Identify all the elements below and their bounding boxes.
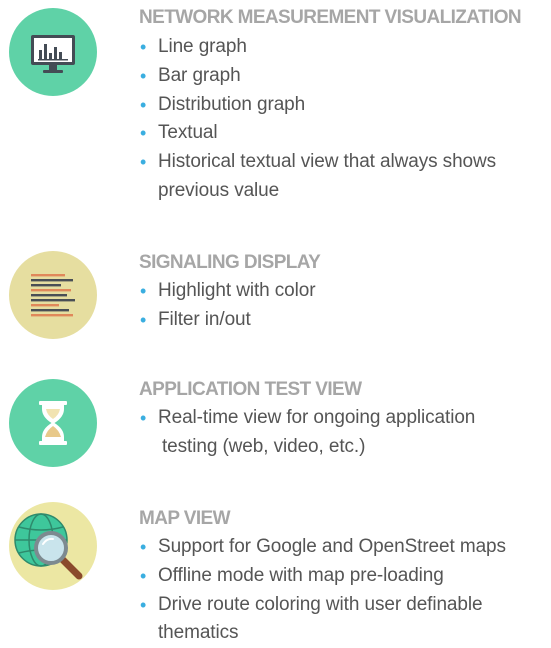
list-item-text: Historical textual view that always show… bbox=[158, 151, 497, 173]
list-item-text: Real-time view for ongoing application bbox=[158, 407, 476, 428]
bullet-icon: • bbox=[140, 309, 147, 330]
bullet-icon: • bbox=[140, 123, 147, 144]
list-item-text: thematics bbox=[158, 622, 239, 644]
list-item: • Real-time view for ongoing application bbox=[139, 404, 475, 433]
text-lines-icon bbox=[9, 251, 97, 339]
feature-list: • Highlight with color • Filter in/out bbox=[139, 277, 316, 335]
bullet-icon: • bbox=[140, 408, 147, 428]
section-title: SIGNALING DISPLAY bbox=[139, 252, 321, 273]
feature-list: • Line graph • Bar graph • Distribution gra… bbox=[139, 33, 496, 206]
bullet-icon: • bbox=[140, 537, 147, 557]
section-title: NETWORK MEASUREMENT VISUALIZATION bbox=[139, 7, 522, 28]
list-item: • Support for Google and OpenStreet maps bbox=[139, 533, 506, 562]
list-item: • Distribution graph bbox=[139, 91, 496, 120]
list-item: • Drive route coloring with user definabl… bbox=[139, 591, 506, 620]
bullet-icon: • bbox=[140, 37, 147, 57]
list-item: • Bar graph bbox=[139, 62, 496, 91]
section-title: APPLICATION TEST VIEW bbox=[139, 379, 362, 400]
bullet-icon: • bbox=[140, 94, 147, 115]
bullet-icon: • bbox=[140, 565, 147, 586]
list-item: • Line graph bbox=[139, 33, 496, 62]
list-item-text: Highlight with color bbox=[158, 280, 316, 301]
bullet-icon: • bbox=[140, 594, 147, 615]
list-item: • Highlight with color bbox=[139, 277, 316, 306]
list-item-text: Bar graph bbox=[158, 64, 241, 86]
list-item-text: Textual bbox=[158, 122, 218, 144]
section-title: MAP VIEW bbox=[139, 508, 231, 529]
list-item-text: previous value bbox=[158, 179, 280, 201]
list-item-text: Drive route coloring with user definable bbox=[158, 593, 483, 615]
bullet-icon: • bbox=[140, 65, 147, 86]
feature-list: • Real-time view for ongoing application … bbox=[139, 404, 475, 462]
monitor-chart-icon bbox=[9, 8, 97, 96]
list-item-continuation: testing (web, video, etc.) bbox=[139, 433, 475, 462]
list-item: • Historical textual view that always sho… bbox=[139, 148, 496, 177]
hourglass-icon bbox=[9, 379, 97, 467]
feature-list: • Support for Google and OpenStreet maps … bbox=[139, 533, 506, 648]
list-item-text: Distribution graph bbox=[158, 93, 306, 115]
list-item: • Offline mode with map pre-loading bbox=[139, 562, 506, 591]
globe-magnifier-icon bbox=[9, 502, 97, 590]
list-item-continuation: previous value bbox=[139, 177, 496, 206]
list-item-text: Line graph bbox=[158, 36, 247, 57]
list-item: • Filter in/out bbox=[139, 306, 315, 335]
list-item-text: testing (web, video, etc.) bbox=[162, 435, 366, 457]
list-item: • Textual bbox=[139, 119, 496, 148]
list-item-text: Support for Google and OpenStreet maps bbox=[158, 536, 506, 557]
bullet-icon: • bbox=[140, 281, 147, 301]
list-item-text: Filter in/out bbox=[158, 308, 251, 330]
list-item-continuation: thematics bbox=[139, 619, 506, 648]
bullet-icon: • bbox=[140, 152, 147, 173]
list-item-text: Offline mode with map pre-loading bbox=[158, 564, 444, 586]
